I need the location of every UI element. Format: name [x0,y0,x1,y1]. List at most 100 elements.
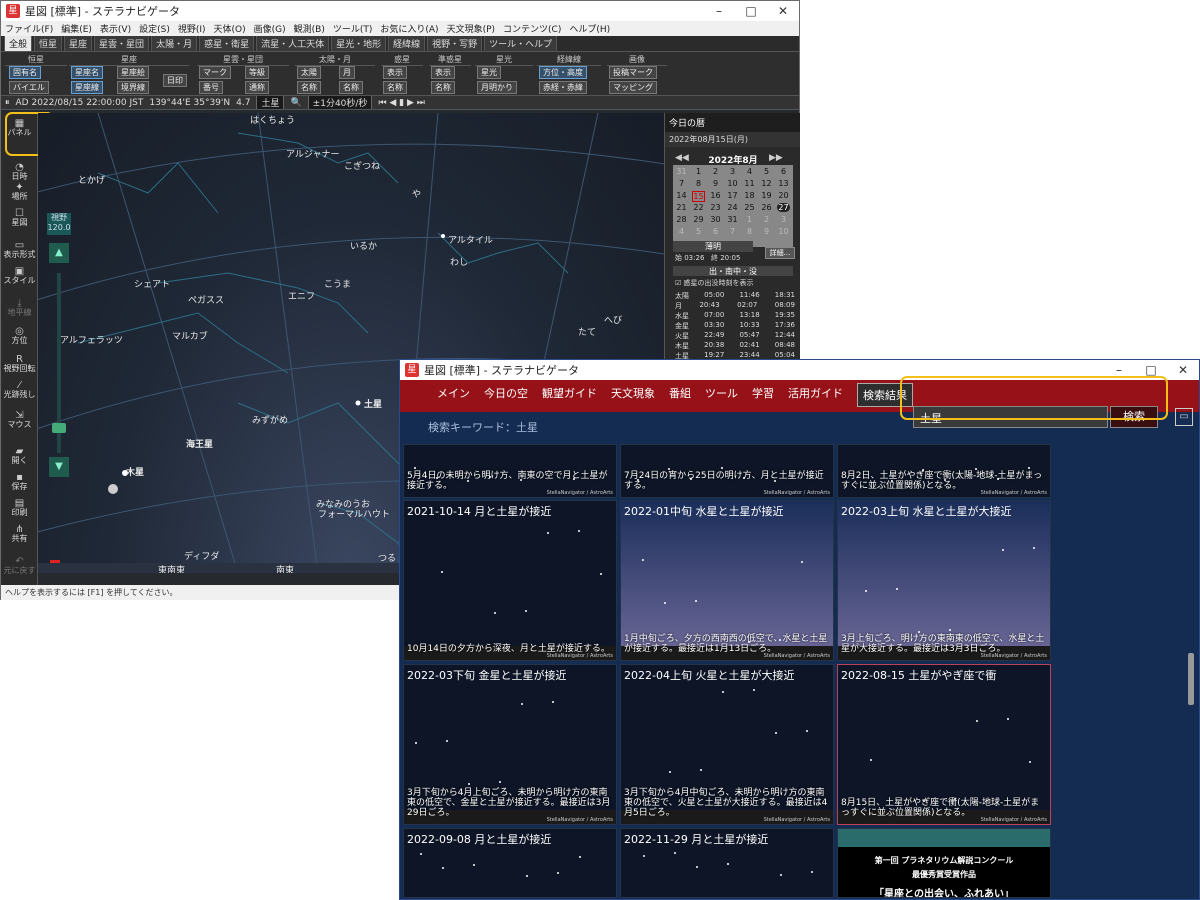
calendar-day[interactable]: 7 [675,179,688,188]
calendar-day[interactable]: 12 [760,179,773,188]
btn-moon[interactable]: 月 [339,66,355,79]
nav-programs[interactable]: 番組 [669,385,691,407]
btn-common-name[interactable]: 通称 [245,81,269,94]
next-month-button[interactable]: ▶▶ [769,153,783,163]
calendar-day[interactable]: 4 [743,167,756,176]
menu-favorites[interactable]: お気に入り(A) [380,22,438,35]
menu-phenomena[interactable]: 天文現象(P) [447,22,495,35]
menu-settings[interactable]: 設定(S) [139,22,170,35]
detail-button[interactable]: 詳細... [765,247,795,259]
calendar-day[interactable]: 6 [777,167,790,176]
tool-open[interactable]: ▰ 開く [1,447,38,466]
calendar-day[interactable]: 9 [760,227,773,236]
nav-today-sky[interactable]: 今日の空 [484,385,528,407]
tool-save[interactable]: ▪ 保存 [1,473,38,492]
calendar-day[interactable]: 2 [709,167,722,176]
calendar-day[interactable]: 14 [675,191,688,200]
calendar-day[interactable]: 25 [743,203,756,212]
btn-sun[interactable]: 太陽 [297,66,321,79]
result-card[interactable]: 2022-03上旬 水星と土星が大接近 3月上旬ごろ、明け方の東南東の低空で、水星… [837,500,1051,661]
calendar-day[interactable]: 29 [692,215,705,224]
menu-file[interactable]: ファイル(F) [5,22,53,35]
prev-month-button[interactable]: ◀◀ [675,153,689,163]
calendar-day[interactable]: 4 [675,227,688,236]
calendar-day[interactable]: 9 [709,179,722,188]
btn-constellation-line[interactable]: 星座線 [71,81,103,94]
tab-sun-moon[interactable]: 太陽・月 [151,36,198,51]
tool-fov-rotate[interactable]: R 視野回転 [1,355,38,374]
tool-share[interactable]: ⋔ 共有 [1,525,38,544]
btn-boundary[interactable]: 境界線 [117,81,149,94]
close-button[interactable]: ✕ [767,4,799,18]
calendar-day[interactable]: 23 [709,203,722,212]
calendar-day[interactable]: 8 [743,227,756,236]
calendar-day[interactable]: 15 [692,191,705,202]
tool-location[interactable]: ✦ 場所 [1,183,38,202]
pause-icon[interactable]: ⏸ [5,98,10,108]
btn-dwarf-show[interactable]: 表示 [431,66,455,79]
target-select[interactable]: 土星 [256,96,285,109]
tool-mouse[interactable]: ⇲ マウス [1,411,38,430]
calendar-day[interactable]: 28 [675,215,688,224]
btn-bayer[interactable]: バイエル [9,81,49,94]
menu-observe[interactable]: 観測(B) [294,22,325,35]
zoom-out-button[interactable]: ▼ [49,457,69,477]
menu-object[interactable]: 天体(O) [214,22,246,35]
calendar-day[interactable]: 22 [692,203,705,212]
tool-display-format[interactable]: ▭ 表示形式 [1,241,38,260]
tool-trail[interactable]: ⁄ 光跡残し [1,381,38,400]
result-card[interactable]: 2022-04上旬 火星と土星が大接近 3月下旬から4月中旬ごろ、未明から明け方の… [620,664,834,825]
tool-horizon[interactable]: ⤓ 地平線 [1,299,38,318]
tab-constellations[interactable]: 星座 [64,36,93,51]
limit-mag-display[interactable]: 4.7 [236,98,250,108]
result-card[interactable]: 8月2日、土星がやぎ座で衝(太陽-地球-土星がまっすぐに並ぶ位置関係)となる。 S… [837,444,1051,498]
result-card[interactable]: 2022-09-08 月と土星が接近 [403,828,617,898]
btn-proper-name[interactable]: 固有名 [9,66,41,79]
calendar-day[interactable]: 31 [675,167,688,176]
calendar-day[interactable]: 20 [777,191,790,200]
btn-dwarf-name[interactable]: 名称 [431,81,455,94]
btn-planet-show[interactable]: 表示 [383,66,407,79]
result-card[interactable]: 2022-03下旬 金星と土星が接近 3月下旬から4月上旬ごろ、未明から明け方の東… [403,664,617,825]
close-button[interactable]: ✕ [1167,363,1199,377]
results-scrollbar[interactable] [1188,653,1194,705]
result-card[interactable]: 5月4日の未明から明け方、南東の空で月と土星が接近する。 StellaNaviga… [403,444,617,498]
btn-moon-name[interactable]: 名称 [339,81,363,94]
tab-general[interactable]: 全般 [4,36,33,51]
calendar-day[interactable]: 3 [726,167,739,176]
btn-moonlight[interactable]: 月明かり [477,81,517,94]
nav-tools[interactable]: ツール [705,385,738,407]
btn-number[interactable]: 番号 [199,81,223,94]
calendar-grid[interactable]: 31 1 2 3 4 5 6 7 8 9 10 11 12 13 14 15 16 17 18 19 20 21 22 23 2… [673,165,793,247]
maximize-button[interactable]: □ [1135,363,1167,377]
tool-undo[interactable]: ↶ 元に戻す [1,557,38,576]
calendar-day[interactable]: 7 [726,227,739,236]
label-neptune[interactable]: 海王星 [186,437,213,450]
calendar-day[interactable]: 2 [760,215,773,224]
tool-datetime[interactable]: ◔ 日時 [1,163,38,182]
calendar-day[interactable]: 10 [777,227,790,236]
tool-style[interactable]: ▣ スタイル [1,267,38,286]
menu-contents[interactable]: コンテンツ(C) [503,22,561,35]
calendar-day[interactable]: 8 [692,179,705,188]
nav-usage-guide[interactable]: 活用ガイド [788,385,843,407]
tab-meteors[interactable]: 流星・人工天体 [256,36,330,51]
bookmark-icon[interactable]: ▭ [1175,408,1193,426]
tool-direction[interactable]: ◎ 方位 [1,327,38,346]
btn-az-alt[interactable]: 方位・高度 [539,66,587,79]
calendar-day[interactable]: 13 [777,179,790,188]
result-card[interactable]: 第一回 プラネタリウム解説コンクール 最優秀賞受賞作品 「星座との出会い、ふれあい」 [837,828,1051,898]
btn-constellation-art[interactable]: 星座絵 [117,66,149,79]
calendar-day[interactable]: 11 [743,179,756,188]
calendar-day[interactable]: 19 [760,191,773,200]
nav-phenomena[interactable]: 天文現象 [611,385,655,407]
result-card[interactable]: 2022-01中旬 水星と土星が接近 1月中旬ごろ、夕方の西南西の低空で、水星と土… [620,500,834,661]
result-card[interactable]: 2021-10-14 月と土星が接近 10月14日の夕方から深夜、月と土星が接近す… [403,500,617,661]
search-icon[interactable]: 🔍 [290,98,301,108]
label-saturn[interactable]: 土星 [364,397,382,410]
tab-light-terrain[interactable]: 星光・地形 [331,36,387,51]
calendar-day[interactable]: 10 [726,179,739,188]
minimize-button[interactable]: – [1103,363,1135,377]
menu-view[interactable]: 表示(V) [100,22,131,35]
calendar-day[interactable]: 1 [743,215,756,224]
